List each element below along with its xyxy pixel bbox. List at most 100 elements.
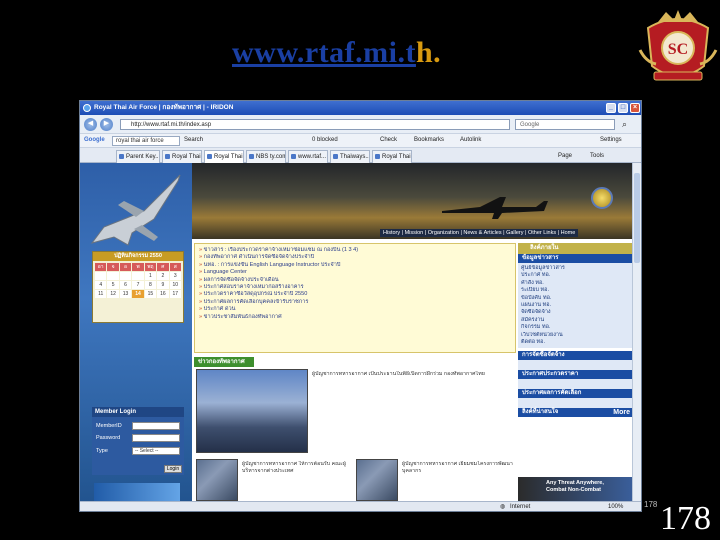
back-button[interactable]: ◀: [84, 118, 97, 131]
news-item[interactable]: ประกาศ ด่วน: [199, 306, 511, 313]
minimize-button[interactable]: _: [606, 103, 616, 113]
info-link-item[interactable]: จัดซื้อจัดจ้าง: [521, 309, 631, 316]
info-link-item[interactable]: ข้อบังคับ ทอ.: [521, 295, 631, 302]
forward-button[interactable]: ▶: [100, 118, 113, 131]
tools-menu[interactable]: Tools: [590, 151, 604, 162]
info-link-item[interactable]: ระเบียบ ทอ.: [521, 287, 631, 294]
google-search-button[interactable]: Search: [184, 134, 203, 147]
calendar-day-header: ส: [169, 263, 181, 271]
news-photo-3[interactable]: [356, 459, 398, 501]
calendar-day[interactable]: 17: [169, 290, 181, 298]
site-nav-menu[interactable]: History | Mission | Organization | News …: [380, 229, 579, 237]
calendar-day[interactable]: [132, 272, 144, 280]
calendar-day[interactable]: 15: [144, 290, 157, 298]
calendar-day[interactable]: 9: [157, 281, 169, 289]
tab-1[interactable]: Parent Key...: [116, 150, 160, 163]
jet-silhouette-image: [442, 197, 548, 219]
right-section-bidding[interactable]: ประกาศประกวดราคา: [518, 370, 634, 380]
calendar-day[interactable]: 2: [157, 272, 169, 280]
news-photo-2[interactable]: [196, 459, 238, 501]
info-link-item[interactable]: คำสั่ง ทอ.: [521, 280, 631, 287]
calendar-day[interactable]: 1: [144, 272, 157, 280]
news-item[interactable]: ผลการจัดซื้อจัดจ้างประจำเดือน: [199, 277, 511, 284]
calendar-day[interactable]: 4: [95, 281, 107, 289]
info-link-item[interactable]: เว็บไซต์หน่วยงาน: [521, 332, 631, 339]
search-icon[interactable]: ⌕: [618, 118, 631, 131]
browser-window: Royal Thai Air Force | กองทัพอากาศ | - I…: [79, 100, 642, 512]
calendar-day[interactable]: 6: [119, 281, 132, 289]
news-item[interactable]: ข่าวสาร : เรื่องประกวดราคาจ้างเหมาซ่อมแซ…: [199, 247, 511, 254]
calendar-day[interactable]: 13: [119, 290, 132, 298]
tab-3[interactable]: Royal Thai...: [204, 150, 244, 163]
info-link-item[interactable]: ศูนย์ข้อมูลข่าวสาร: [521, 265, 631, 272]
announcement-box: ข่าวสาร : เรื่องประกวดราคาจ้างเหมาซ่อมแซ…: [194, 243, 516, 353]
google-bookmarks-button[interactable]: Bookmarks: [414, 134, 444, 147]
window-title: Royal Thai Air Force | กองทัพอากาศ | - I…: [94, 104, 234, 111]
page-menu[interactable]: Page: [558, 151, 572, 162]
calendar-day-header: อ: [119, 263, 132, 271]
calendar-day[interactable]: 7: [132, 281, 144, 289]
tab-4[interactable]: NBS ty.com...: [246, 150, 286, 163]
info-link-item[interactable]: ติดต่อ ทอ.: [521, 339, 631, 346]
news-item[interactable]: กองทัพอากาศ ดำเนินการจัดซื้อจัดจ้างประจำ…: [199, 254, 511, 261]
zoom-level[interactable]: 100%: [608, 502, 623, 511]
calendar-day[interactable]: 12: [107, 290, 119, 298]
side-banner-1[interactable]: [94, 483, 180, 501]
info-link-item[interactable]: ประกาศ ทอ.: [521, 272, 631, 279]
news-item[interactable]: Language Center: [199, 269, 511, 276]
popup-blocked-count[interactable]: 0 blocked: [312, 134, 338, 147]
type-label: Type: [96, 448, 108, 454]
news-photo-main[interactable]: [196, 369, 308, 453]
calendar-day[interactable]: 16: [157, 290, 169, 298]
news-caption-main[interactable]: ผู้บัญชาการทหารอากาศ เป็นประธานในพิธีเปิ…: [312, 371, 512, 453]
close-button[interactable]: ×: [630, 103, 640, 113]
threat-banner[interactable]: Any Threat Anywhere, Combat Non-Combat: [518, 477, 634, 501]
calendar-day[interactable]: 3: [169, 272, 181, 280]
slide-title[interactable]: www.rtaf.mi.th.: [232, 36, 441, 70]
type-select[interactable]: -- Select --: [132, 447, 180, 455]
news-item[interactable]: ประกาศผลการคัดเลือกบุคคลเข้ารับราชการ: [199, 299, 511, 306]
vertical-scrollbar[interactable]: [632, 163, 641, 501]
google-check-button[interactable]: Check: [380, 134, 397, 147]
member-id-input[interactable]: [132, 422, 180, 430]
news-item[interactable]: ประกาศสอบราคาจ้างเหมาก่อสร้างอาคาร: [199, 284, 511, 291]
calendar-day[interactable]: [119, 272, 132, 280]
search-input[interactable]: Google: [515, 119, 615, 130]
google-search-field[interactable]: royal thai air force: [112, 136, 180, 146]
status-bar: ◍ Internet 100%: [80, 501, 641, 511]
calendar-day[interactable]: [107, 272, 119, 280]
address-field[interactable]: http://www.rtaf.mi.th/index.asp: [120, 119, 510, 130]
info-link-item[interactable]: กิจกรรม ทอ.: [521, 324, 631, 331]
news-item[interactable]: ประกวดราคาซื้อวัสดุอุปกรณ์ ประจำปี 2550: [199, 291, 511, 298]
event-calendar: ปฏิทินกิจกรรม 2550 อาจอพพฤศส 1 2 3 4 5 6 7 8 9 10 1…: [92, 251, 184, 323]
calendar-day[interactable]: 8: [144, 281, 157, 289]
news-item[interactable]: นทอ. : การแข่งขัน English Language Instr…: [199, 262, 511, 269]
title-url-link[interactable]: www.rtaf.mi.t: [232, 36, 416, 69]
calendar-day[interactable]: [95, 272, 107, 280]
tab-5[interactable]: www.rtaf...: [288, 150, 328, 163]
tab-2[interactable]: Royal Thai...: [162, 150, 202, 163]
tab-7[interactable]: Royal Thai...: [372, 150, 412, 163]
right-section-procurement[interactable]: การจัดซื้อจัดจ้าง: [518, 351, 634, 361]
calendar-day[interactable]: 5: [107, 281, 119, 289]
google-autolink-button[interactable]: Autolink: [460, 134, 481, 147]
more-link[interactable]: More: [613, 408, 630, 417]
right-section-info[interactable]: ข้อมูลข่าวสาร: [518, 254, 634, 263]
right-section-links[interactable]: ลิงค์ที่น่าสนใจ More: [518, 408, 634, 418]
news-item[interactable]: ข่าวประชาสัมพันธ์กองทัพอากาศ: [199, 314, 511, 321]
google-logo: Google: [84, 137, 105, 143]
news-caption-3[interactable]: ผู้บัญชาการทหารอากาศ เยี่ยมชมโครงการพัฒน…: [402, 461, 514, 501]
scroll-thumb[interactable]: [634, 173, 640, 263]
calendar-day[interactable]: 14: [132, 290, 144, 298]
maximize-button[interactable]: □: [618, 103, 628, 113]
login-button[interactable]: Login: [164, 465, 182, 473]
password-input[interactable]: [132, 434, 180, 442]
news-caption-2[interactable]: ผู้บัญชาการทหารอากาศ ให้การต้อนรับ คณะผู…: [242, 461, 352, 501]
tab-6[interactable]: Thaiways...: [330, 150, 370, 163]
calendar-day[interactable]: 11: [95, 290, 107, 298]
right-section-results[interactable]: ประกาศผลการคัดเลือก: [518, 389, 634, 399]
info-link-item[interactable]: แผนงาน ทอ.: [521, 302, 631, 309]
calendar-day[interactable]: 10: [169, 281, 181, 289]
google-settings-button[interactable]: Settings: [600, 134, 622, 147]
info-link-item[interactable]: สมัครงาน: [521, 317, 631, 324]
